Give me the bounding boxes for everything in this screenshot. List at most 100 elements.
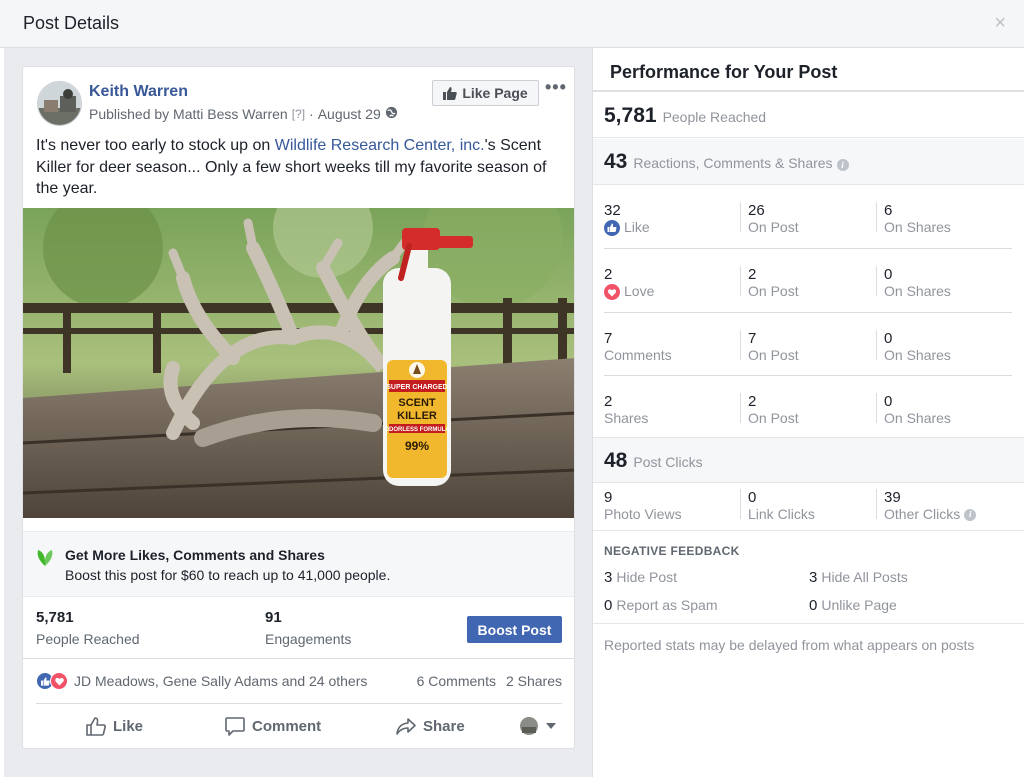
stats-footnote: Reported stats may be delayed from what … <box>604 637 975 653</box>
love-on-shares: 0 On Shares <box>884 266 951 300</box>
reactors-text[interactable]: JD Meadows, Gene Sally Adams and 24 othe… <box>74 673 367 689</box>
share-button[interactable]: Share <box>396 717 465 736</box>
shares-total-value: 2 <box>604 393 613 410</box>
photo-views-value: 9 <box>604 489 613 506</box>
published-by[interactable]: Published by Matti Bess Warren <box>89 106 288 122</box>
other-clicks: 39 Other Clicks i <box>884 489 977 523</box>
cell-divider <box>740 330 741 360</box>
product-label-5: 99% <box>405 439 429 453</box>
thumbs-up-outline-icon <box>86 717 106 736</box>
unlike-value: 0 <box>809 597 818 614</box>
cell-divider <box>740 266 741 296</box>
clicks-label: Post Clicks <box>633 454 703 470</box>
comment-icon <box>225 717 245 736</box>
engagement-counts: 6 Comments 2 Shares <box>417 673 562 689</box>
info-icon[interactable]: i <box>964 508 977 521</box>
performance-title: Performance for Your Post <box>610 62 838 82</box>
comments-on-shares-value: 0 <box>884 330 893 347</box>
love-total-label: Love <box>604 283 654 300</box>
dialog-header: Post Details × <box>0 0 1024 48</box>
reaction-icons <box>36 672 68 690</box>
page-mention-link[interactable]: Wildlife Research Center, inc. <box>275 137 485 154</box>
cell-divider <box>876 266 877 296</box>
unlike-label: Unlike Page <box>821 597 897 613</box>
close-button[interactable]: × <box>994 12 1006 34</box>
post-as-selector[interactable] <box>519 716 556 736</box>
post-actions: Like Comment Share <box>36 709 562 745</box>
reach-label: People Reached <box>662 109 767 125</box>
on-shares-label: On Shares <box>884 219 951 235</box>
comments-count[interactable]: 6 Comments <box>417 673 496 689</box>
rcs-label: Reactions, Comments & Shares <box>633 155 833 171</box>
like-label-text: Like <box>624 219 650 235</box>
help-mark[interactable]: [?] <box>292 107 305 121</box>
on-shares-label: On Shares <box>884 283 951 299</box>
globe-icon[interactable] <box>385 106 398 122</box>
like-on-shares-value: 6 <box>884 202 893 219</box>
on-shares-label: On Shares <box>884 347 951 363</box>
row-divider <box>604 312 1012 313</box>
hide-all-value: 3 <box>809 569 818 586</box>
chevron-down-icon <box>546 723 556 729</box>
like-on-post: 26 On Post <box>748 202 799 236</box>
comments-on-post-value: 7 <box>748 330 757 347</box>
share-label: Share <box>423 718 465 735</box>
shares-label-text: Shares <box>604 410 649 426</box>
clicks-breakdown: 9 Photo Views 0 Link Clicks 39 Other Cli… <box>593 484 1024 531</box>
cell-divider <box>740 489 741 519</box>
comment-button[interactable]: Comment <box>225 717 321 736</box>
shares-on-shares: 0 On Shares <box>884 393 951 427</box>
photo-views: 9 Photo Views <box>604 489 682 523</box>
on-post-label: On Post <box>748 283 799 299</box>
comments-label-text: Comments <box>604 347 672 363</box>
love-on-post: 2 On Post <box>748 266 799 300</box>
post-meta: Published by Matti Bess Warren [?] · Aug… <box>89 106 398 122</box>
clicks-value: 48 <box>604 449 628 472</box>
hide-all-label: Hide All Posts <box>821 569 908 585</box>
love-total: 2 Love <box>604 266 654 300</box>
leaf-icon <box>34 546 56 573</box>
boost-title: Get More Likes, Comments and Shares <box>65 547 325 563</box>
link-clicks-label: Link Clicks <box>748 506 815 522</box>
spam-label: Report as Spam <box>616 597 718 613</box>
like-button[interactable]: Like <box>86 717 143 736</box>
like-page-label: Like Page <box>462 85 528 101</box>
cell-divider <box>876 489 877 519</box>
cell-divider <box>876 330 877 360</box>
cell-divider <box>740 202 741 232</box>
like-total-label: Like <box>604 219 650 236</box>
like-page-button[interactable]: Like Page <box>432 80 539 106</box>
shares-count[interactable]: 2 Shares <box>506 673 562 689</box>
boost-post-button[interactable]: Boost Post <box>467 616 562 643</box>
performance-pane: Performance for Your Post 5,781 People R… <box>593 48 1024 777</box>
reaction-breakdown: 32 Like 26 On Post 6 On Shares 2 Love 2 … <box>593 186 1024 437</box>
love-on-post-value: 2 <box>748 266 757 283</box>
shares-on-post: 2 On Post <box>748 393 799 427</box>
love-reaction-icon <box>50 672 68 690</box>
on-shares-label: On Shares <box>884 410 951 426</box>
actions-divider <box>36 703 562 704</box>
post-photo[interactable]: SUPER CHARGED SCENT KILLER ODORLESS FORM… <box>23 208 574 518</box>
cell-divider <box>740 393 741 423</box>
hide-all-stat: 3 Hide All Posts <box>809 569 908 586</box>
post-author-name[interactable]: Keith Warren <box>89 83 188 101</box>
people-reached-value: 5,781 <box>36 609 74 626</box>
clicks-header: 48 Post Clicks <box>593 437 1024 483</box>
post-text-before: It's never too early to stock up on <box>36 137 275 154</box>
info-icon[interactable]: i <box>836 159 849 171</box>
row-divider <box>604 248 1012 249</box>
post-date[interactable]: August 29 <box>318 106 381 122</box>
reactions-summary: JD Meadows, Gene Sally Adams and 24 othe… <box>36 669 562 693</box>
author-avatar[interactable] <box>37 81 82 126</box>
shares-on-post-value: 2 <box>748 393 757 410</box>
spam-stat: 0 Report as Spam <box>604 597 718 614</box>
boost-subtitle: Boost this post for $60 to reach up to 4… <box>65 567 391 583</box>
other-clicks-value: 39 <box>884 489 901 506</box>
love-reaction-icon <box>604 283 620 300</box>
share-icon <box>396 718 416 735</box>
love-label-text: Love <box>624 283 655 299</box>
more-options-icon[interactable]: ••• <box>545 77 567 98</box>
comments-total: 7 Comments <box>604 330 672 364</box>
shares-on-shares-value: 0 <box>884 393 893 410</box>
negative-feedback: NEGATIVE FEEDBACK 3 Hide Post 3 Hide All P… <box>593 532 1024 624</box>
